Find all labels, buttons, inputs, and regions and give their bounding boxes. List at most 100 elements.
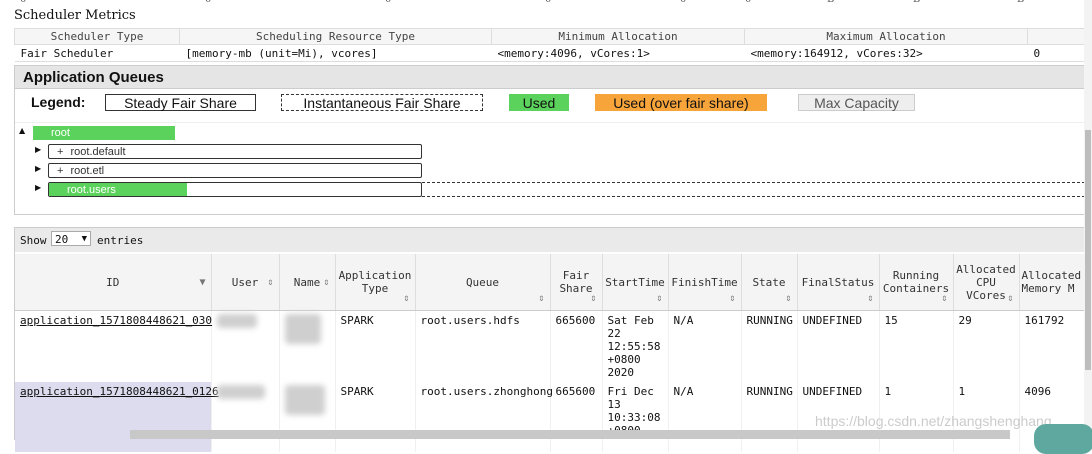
collapse-triangle-icon[interactable]: ▲	[19, 126, 25, 135]
redacted-name	[284, 385, 325, 415]
applications-panel: Show 20 ▼ entries ID ▼ User ⇕ Name ⇕ Applic…	[14, 227, 1086, 452]
queue-root[interactable]: root	[33, 126, 175, 140]
sort-icon: ⇕	[729, 293, 736, 304]
cutoff-cell: 0	[680, 0, 686, 5]
cpu-cell: 29	[953, 310, 1020, 382]
start-time-cell: Fri Dec 13 10:33:08 +0800	[602, 382, 669, 452]
sort-icon: ⇕	[323, 277, 330, 288]
name-cell	[279, 382, 336, 452]
queue-root-default[interactable]: + root.default	[48, 144, 422, 159]
queue-root-etl[interactable]: + root.etl	[48, 163, 422, 178]
queues-header: Application Queues	[15, 66, 1085, 89]
col-header-id[interactable]: ID ▼	[15, 254, 212, 311]
type-cell: SPARK	[335, 382, 416, 452]
redacted-user	[216, 385, 265, 399]
col-header-finalstatus[interactable]: FinalStatus ⇕	[797, 254, 880, 311]
cutoff-cell: 0	[385, 0, 391, 5]
expand-triangle-icon[interactable]: ▶	[35, 183, 41, 192]
col-header-queue[interactable]: Queue ⇕	[415, 254, 551, 311]
legend-steady-fair-share: Steady Fair Share	[105, 94, 256, 111]
type-cell: SPARK	[335, 310, 416, 382]
app-id-link[interactable]: application_1571808448621_0126	[20, 385, 219, 398]
user-cell	[211, 310, 280, 382]
watermark: https://blog.csdn.net/zhangshenghang	[815, 413, 1052, 429]
queue-label: + root.default	[49, 146, 126, 158]
user-cell	[211, 382, 280, 452]
instantaneous-share-outline	[422, 182, 1085, 197]
metrics-header: Minimum Allocation	[491, 28, 745, 45]
scheduler-metrics-title: Scheduler Metrics	[14, 8, 136, 23]
fair-share-cell: 665600	[550, 310, 603, 382]
metrics-cell: <memory:4096, vCores:1>	[491, 44, 745, 62]
col-header-allocated-memory[interactable]: Allocated Memory M	[1019, 254, 1086, 311]
cutoff-cell: B	[913, 0, 920, 5]
cutoff-cell: B	[827, 0, 834, 5]
metrics-header	[1027, 28, 1085, 45]
app-id-link[interactable]: application_1571808448621_030	[20, 314, 212, 327]
start-time-cell: Sat Feb 22 12:55:58 +0800 2020	[602, 310, 669, 382]
horizontal-scrollbar[interactable]	[130, 430, 1010, 439]
legend-used: Used	[509, 94, 569, 111]
col-header-allocated-cpu[interactable]: Allocated CPU VCores ⇕	[953, 254, 1020, 311]
containers-cell: 15	[879, 310, 954, 382]
finish-time-cell: N/A	[668, 310, 742, 382]
expand-triangle-icon[interactable]: ▶	[35, 145, 41, 154]
floating-widget[interactable]	[1034, 424, 1092, 454]
entries-select[interactable]: 20 ▼	[51, 231, 91, 246]
legend-max-capacity: Max Capacity	[798, 94, 915, 111]
col-header-fair-share[interactable]: Fair Share ⇕	[550, 254, 603, 311]
expand-triangle-icon[interactable]: ▶	[35, 164, 41, 173]
metrics-cell: [memory-mb (unit=Mi), vcores]	[179, 44, 492, 62]
legend-label: Legend:	[31, 94, 86, 110]
sort-icon: ⇕	[656, 293, 663, 304]
metrics-header: Maximum Allocation	[744, 28, 1028, 45]
sort-desc-icon: ▼	[199, 277, 206, 288]
sort-icon: ⇕	[785, 293, 792, 304]
vertical-scrollbar-thumb[interactable]	[1085, 130, 1091, 370]
queue-cell: root.users.zhonghong	[415, 382, 553, 452]
cutoff-cell: 0	[20, 0, 26, 5]
show-label: Show	[20, 234, 47, 247]
cutoff-cell: 0	[745, 0, 751, 5]
queue-name: root.etl	[70, 165, 105, 177]
metrics-cell: 0	[1027, 44, 1085, 62]
col-header-starttime[interactable]: StartTime ⇕	[602, 254, 669, 311]
state-cell: RUNNING	[741, 382, 798, 452]
queue-root-users[interactable]: root.users	[48, 182, 422, 197]
entries-value: 20	[55, 233, 69, 246]
col-header-application-type[interactable]: Application Type ⇕	[335, 254, 416, 311]
chevron-down-icon: ▼	[81, 234, 87, 244]
queue-tree: ▲ root ▶ + root.default ▶ + root.etl ▶ r…	[15, 122, 1085, 211]
final-status-cell: UNDEFINED	[797, 310, 880, 382]
legend: Legend: Steady Fair Share Instantaneous …	[15, 92, 1085, 116]
queue-name: root.users	[67, 184, 116, 196]
sort-icon: ⇕	[403, 293, 410, 304]
col-header-user[interactable]: User ⇕	[211, 254, 280, 311]
metrics-cell: Fair Scheduler	[14, 44, 180, 62]
queue-name: root.default	[70, 146, 126, 158]
sort-icon: ⇕	[867, 293, 874, 304]
legend-instantaneous-fair-share: Instantaneous Fair Share	[281, 94, 483, 111]
redacted-user	[216, 314, 257, 328]
col-header-state[interactable]: State ⇕	[741, 254, 798, 311]
app-id-cell[interactable]: application_1571808448621_030	[15, 310, 212, 382]
queue-cell: root.users.hdfs	[415, 310, 551, 382]
state-cell: RUNNING	[741, 310, 798, 382]
plus-icon: +	[57, 165, 64, 177]
sort-icon: ⇕	[941, 293, 948, 304]
metrics-cell: <memory:164912, vCores:32>	[744, 44, 1028, 62]
metrics-header: Scheduling Resource Type	[179, 28, 492, 45]
application-queues-panel: Application Queues Legend: Steady Fair S…	[14, 65, 1086, 215]
cutoff-cell: 0	[205, 0, 211, 5]
queue-label: root	[51, 127, 70, 139]
cutoff-cell: B	[1017, 0, 1024, 5]
col-header-running-containers[interactable]: Running Containers ⇕	[879, 254, 954, 311]
fair-share-cell: 665600	[550, 382, 603, 452]
sort-icon: ⇕	[538, 293, 545, 304]
app-id-cell[interactable]: application_1571808448621_0126	[15, 382, 219, 452]
col-header-name[interactable]: Name ⇕	[279, 254, 336, 311]
queue-label: + root.etl	[49, 165, 104, 177]
metrics-header: Scheduler Type	[14, 28, 180, 45]
col-header-finishtime[interactable]: FinishTime ⇕	[668, 254, 742, 311]
redacted-name	[284, 314, 321, 344]
